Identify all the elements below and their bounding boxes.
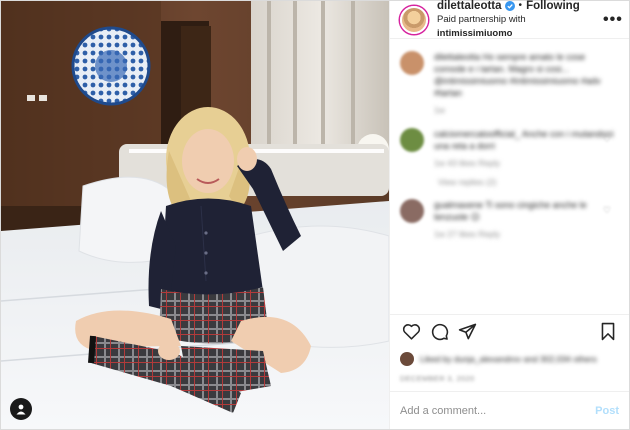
comment-avatar[interactable]	[400, 199, 424, 223]
author-username[interactable]: dilettaleotta	[437, 0, 502, 13]
share-plane-svg	[458, 323, 476, 340]
likes-text[interactable]: Liked by dunja_alexandrov and 302,034 ot…	[420, 354, 597, 364]
person-icon	[16, 404, 26, 415]
liker-avatar[interactable]	[400, 352, 414, 366]
paid-partnership-line: Paid partnership with intimissimiuomo	[437, 13, 603, 41]
add-comment-input[interactable]	[400, 404, 596, 417]
author-avatar[interactable]	[400, 5, 428, 34]
post-photo[interactable]	[1, 1, 389, 429]
list-item: calciomercatoofficial_ Anche con i mutan…	[400, 128, 619, 169]
photo-scene	[1, 1, 389, 429]
comment-bubble-svg	[431, 323, 448, 341]
bookmark-icon[interactable]	[597, 321, 619, 343]
post-date: DECEMBER 3, 2020	[400, 374, 475, 383]
post-header: dilettaleotta • Following Paid partnersh…	[390, 0, 629, 41]
comment-text: dilettaleotta Ho sempre amato le cose co…	[434, 52, 601, 98]
comment-avatar[interactable]	[400, 128, 424, 152]
comment-meta: 1w	[434, 105, 445, 115]
comment-avatar[interactable]	[400, 51, 424, 75]
paper-plane-icon[interactable]	[456, 321, 478, 343]
separator-dot: •	[518, 0, 523, 11]
comment-meta[interactable]: 1w 27 likes Reply	[434, 228, 619, 240]
save-bookmark-svg	[601, 322, 615, 341]
post-actions-bar	[390, 314, 629, 348]
comment-like-heart-icon[interactable]: ♡	[603, 134, 611, 145]
comment-body: gualmaxene Ti sono cingiche anche le ten…	[434, 199, 619, 240]
partnership-brand-link[interactable]: intimissimiuomo	[437, 28, 512, 39]
caption-comment: dilettaleotta Ho sempre amato le cose co…	[400, 51, 619, 116]
post-side-panel: dilettaleotta • Following Paid partnersh…	[389, 0, 629, 429]
post-comment-button[interactable]: Post	[595, 405, 619, 417]
like-heart-svg	[402, 324, 420, 340]
view-replies-link[interactable]: View replies (2)	[438, 177, 619, 187]
user-tag-icon[interactable]	[10, 398, 32, 420]
heart-icon[interactable]	[400, 321, 422, 343]
comment-icon[interactable]	[428, 321, 450, 343]
comment-like-heart-icon[interactable]: ♡	[603, 205, 611, 216]
add-comment-bar: Post	[390, 391, 629, 429]
comment-meta[interactable]: 1w 43 likes Reply	[434, 157, 619, 169]
comment-text: gualmaxene Ti sono cingiche anche le ten…	[434, 200, 587, 222]
instagram-post: dilettaleotta • Following Paid partnersh…	[0, 0, 630, 430]
partnership-prefix: Paid partnership with	[437, 13, 526, 25]
verified-badge-icon	[504, 0, 515, 11]
author-line: dilettaleotta • Following	[437, 0, 603, 13]
comment-body: dilettaleotta Ho sempre amato le cose co…	[434, 51, 619, 116]
comment-body: calciomercatoofficial_ Anche con i mutan…	[434, 128, 619, 169]
comment-text: calciomercatoofficial_ Anche con i mutan…	[434, 129, 614, 151]
list-item: gualmaxene Ti sono cingiche anche le ten…	[400, 199, 619, 240]
author-info: dilettaleotta • Following Paid partnersh…	[437, 0, 603, 41]
following-button[interactable]: Following	[526, 0, 580, 13]
more-options-button[interactable]: •••	[603, 11, 622, 29]
comments-list: dilettaleotta Ho sempre amato le cose co…	[390, 39, 629, 314]
likes-summary: Liked by dunja_alexandrov and 302,034 ot…	[390, 348, 629, 370]
